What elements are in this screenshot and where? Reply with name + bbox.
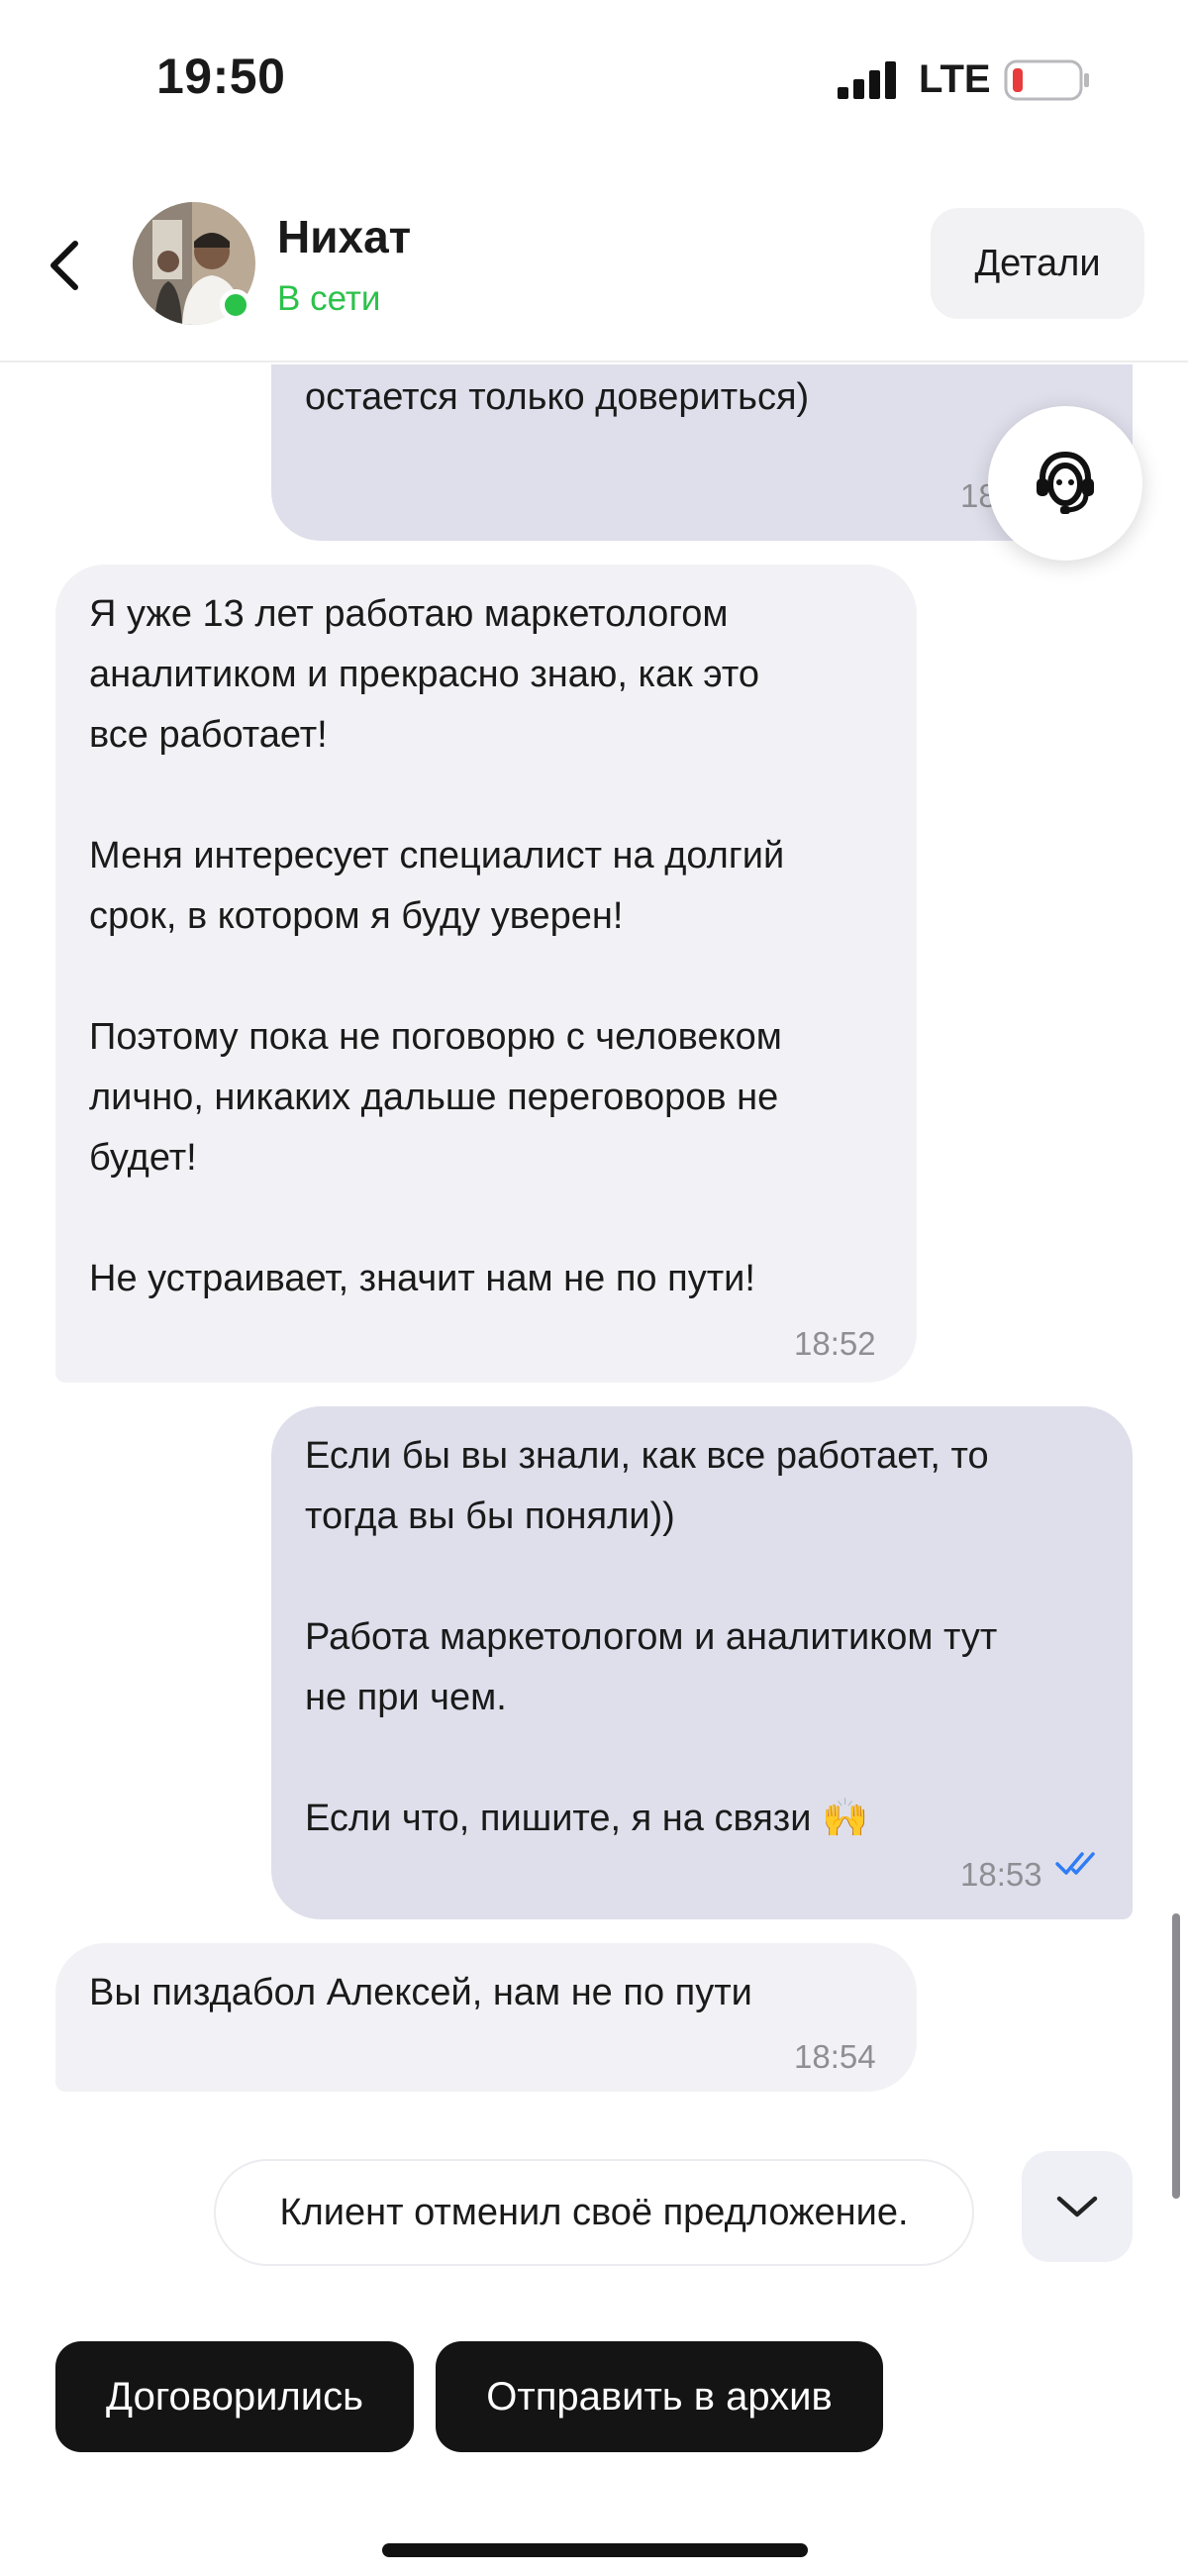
message-list[interactable]: приходится работать. Но сейчас вам остае… [0, 364, 1188, 2296]
message-text: Я уже 13 лет работаю маркетологом аналит… [89, 593, 785, 1299]
home-indicator [382, 2543, 808, 2557]
agreed-button[interactable]: Договорились [55, 2341, 414, 2452]
message-time: 18:53 [960, 1856, 1042, 1893]
double-check-icon [1055, 1852, 1095, 1875]
battery-low-icon [1004, 59, 1089, 101]
online-indicator [220, 289, 251, 321]
message-text: приходится работать. Но сейчас вам остае… [305, 376, 810, 418]
status-time: 19:50 [156, 49, 286, 104]
archive-button[interactable]: Отправить в архив [436, 2341, 883, 2452]
chevron-down-icon [1056, 2196, 1098, 2217]
chevron-left-icon [50, 241, 78, 290]
chat-header: Нихат В сети Детали [0, 168, 1188, 362]
support-agent-icon [1037, 452, 1094, 514]
support-button[interactable] [988, 406, 1142, 561]
message-bubble-incoming[interactable]: Я уже 13 лет работаю маркетологом аналит… [55, 565, 917, 1383]
contact-avatar[interactable] [133, 202, 255, 325]
scroll-down-button[interactable] [1022, 2151, 1133, 2262]
status-bar: 19:50 LTE [0, 0, 1188, 168]
network-type-label: LTE [919, 57, 991, 101]
cellular-signal-icon [838, 61, 896, 99]
system-notice: Клиент отменил своё предложение. [214, 2159, 974, 2266]
scrollbar-thumb[interactable] [1172, 1913, 1180, 2199]
message-text: Если бы вы знали, как все работает, то т… [305, 1435, 998, 1839]
details-button[interactable]: Детали [931, 208, 1144, 319]
message-text: Вы пиздабол Алексей, нам не по пути [89, 1972, 752, 2013]
back-button[interactable] [34, 228, 97, 303]
message-time: 18:54 [794, 2038, 876, 2075]
contact-name[interactable]: Нихат [277, 210, 411, 263]
message-bubble-incoming[interactable]: Вы пиздабол Алексей, нам не по пути 18:5… [55, 1943, 917, 2092]
message-bubble-outgoing[interactable]: Если бы вы знали, как все работает, то т… [271, 1406, 1133, 1919]
message-time: 18:52 [794, 1325, 876, 1362]
contact-status: В сети [277, 279, 381, 318]
